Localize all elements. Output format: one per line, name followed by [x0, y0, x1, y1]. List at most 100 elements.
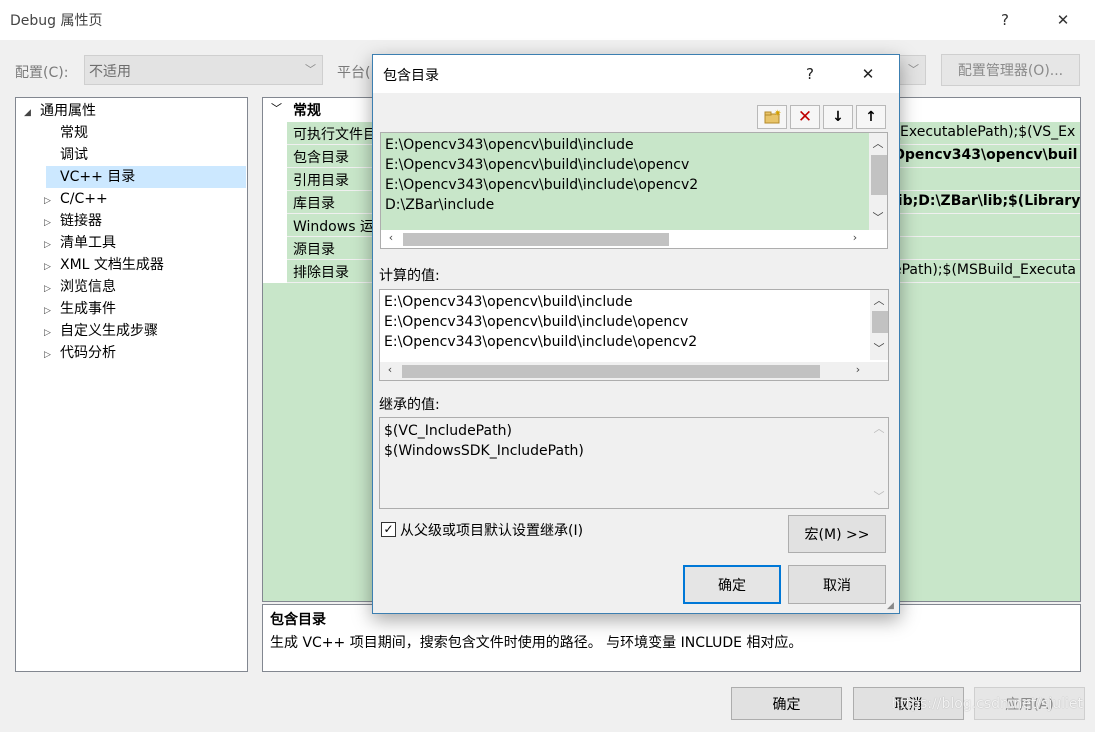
tree-item-label: VC++ 目录 — [60, 169, 136, 185]
entry-line[interactable]: E:\Opencv343\opencv\build\include\opencv… — [385, 175, 698, 195]
dialog-help-button[interactable]: ? — [787, 55, 833, 93]
tree-item-label: 清单工具 — [60, 235, 116, 251]
scroll-up-icon[interactable]: ︿ — [870, 135, 886, 151]
expanded-arrow-icon: ◢ — [24, 108, 31, 118]
scroll-thumb[interactable] — [871, 155, 887, 195]
scroll-left-icon[interactable]: ‹ — [382, 363, 398, 376]
tree-item-xml-doc[interactable]: ▷ XML 文档生成器 — [44, 254, 164, 276]
vertical-scrollbar[interactable]: ︿ ﹀ — [869, 133, 887, 230]
help-icon: ? — [1001, 11, 1009, 29]
scroll-down-icon: ﹀ — [873, 490, 885, 503]
inherited-line: $(VC_IncludePath) — [384, 423, 512, 439]
help-button[interactable]: ? — [985, 0, 1025, 40]
tree-item-build-events[interactable]: ▷ 生成事件 — [44, 298, 116, 320]
inherit-checkbox[interactable]: ✓ — [381, 522, 396, 537]
grid-row-name: 库目录 — [293, 196, 335, 212]
window-titlebar — [0, 0, 1095, 40]
entry-line[interactable]: D:\ZBar\include — [385, 195, 494, 215]
move-down-icon: ↓ — [832, 109, 844, 125]
window-title: Debug 属性页 — [10, 13, 103, 29]
tree-root[interactable]: ◢ 通用属性 — [24, 100, 96, 122]
evaluated-line: E:\Opencv343\opencv\build\include\opencv… — [384, 334, 698, 350]
window-close-button[interactable]: ✕ — [1043, 0, 1083, 40]
config-label: 配置(C): — [15, 65, 69, 81]
scroll-left-icon[interactable]: ‹ — [383, 231, 399, 244]
grid-row-name: Windows 运 — [293, 219, 374, 235]
vertical-scrollbar[interactable]: ︿ ﹀ — [870, 290, 888, 360]
grid-row-name: 可执行文件目 — [293, 127, 377, 143]
scroll-up-icon: ︿ — [873, 422, 885, 435]
new-line-button[interactable]: ✷ — [757, 105, 787, 129]
tree-item-label: 代码分析 — [60, 345, 116, 361]
scroll-down-icon[interactable]: ﹀ — [870, 209, 886, 225]
tree-item-label: 常规 — [60, 125, 88, 141]
collapsed-arrow-icon: ▷ — [44, 306, 51, 316]
evaluated-line: E:\Opencv343\opencv\build\include — [384, 294, 633, 310]
move-down-button[interactable]: ↓ — [823, 105, 853, 129]
inherited-label: 继承的值: — [379, 397, 440, 413]
scroll-thumb[interactable] — [872, 311, 888, 333]
evaluated-list[interactable]: E:\Opencv343\opencv\build\include E:\Ope… — [379, 289, 889, 381]
tree-item-general[interactable]: 常规 — [60, 122, 88, 144]
tree-item-vc-directories[interactable]: VC++ 目录 — [46, 166, 246, 188]
dialog-close-button[interactable]: ✕ — [845, 55, 891, 93]
macros-button[interactable]: 宏(M) >> — [788, 515, 886, 553]
evaluated-label: 计算的值: — [379, 268, 440, 284]
move-up-button[interactable]: ↑ — [856, 105, 886, 129]
property-tree[interactable]: ◢ 通用属性 常规 调试 VC++ 目录 ▷ C/C++ ▷ 链接器 ▷ 清单工具 ▷ X… — [15, 97, 248, 672]
scroll-thumb[interactable] — [403, 233, 669, 246]
config-combo[interactable]: 不适用 ﹀ — [84, 55, 323, 85]
ok-button[interactable]: 确定 — [731, 687, 842, 720]
tree-item-label: C/C++ — [60, 191, 108, 207]
new-line-icon: ✷ — [764, 109, 781, 124]
entry-line[interactable]: E:\Opencv343\opencv\build\include — [385, 135, 634, 155]
dialog-cancel-button[interactable]: 取消 — [788, 565, 886, 604]
chevron-down-icon: ﹀ — [271, 102, 282, 115]
collapsed-arrow-icon: ▷ — [44, 328, 51, 338]
resize-grip-icon[interactable]: ◢ — [887, 601, 897, 611]
tree-item-label: 链接器 — [60, 213, 102, 229]
tree-item-manifest[interactable]: ▷ 清单工具 — [44, 232, 116, 254]
svg-text:✷: ✷ — [774, 109, 781, 119]
config-manager-button[interactable]: 配置管理器(O)... — [941, 54, 1080, 86]
scroll-right-icon[interactable]: › — [850, 363, 866, 376]
grid-row-name: 源目录 — [293, 242, 335, 258]
description-title: 包含目录 — [270, 612, 326, 628]
tree-item-browse[interactable]: ▷ 浏览信息 — [44, 276, 116, 298]
inherit-checkbox-label[interactable]: 从父级或项目默认设置继承(I) — [400, 520, 583, 540]
collapsed-arrow-icon: ▷ — [44, 262, 51, 272]
collapsed-arrow-icon: ▷ — [44, 240, 51, 250]
scroll-right-icon[interactable]: › — [847, 231, 863, 244]
evaluated-line: E:\Opencv343\opencv\build\include\opencv — [384, 314, 689, 330]
tree-item-label: 生成事件 — [60, 301, 116, 317]
grid-row-name: 排除目录 — [293, 265, 349, 281]
tree-item-label: 自定义生成步骤 — [60, 323, 158, 339]
dialog-ok-button[interactable]: 确定 — [683, 565, 781, 604]
horizontal-scrollbar[interactable]: ‹ › — [381, 230, 887, 248]
include-directories-dialog: 包含目录 ? ✕ ✷ ✕ ↓ ↑ E:\Opencv343\opencv\bui… — [372, 54, 900, 614]
tree-item-debug[interactable]: 调试 — [60, 144, 88, 166]
vertical-scrollbar: ︿ ﹀ — [870, 418, 888, 508]
tree-root-label: 通用属性 — [40, 103, 96, 119]
tree-item-cpp[interactable]: ▷ C/C++ — [44, 188, 108, 210]
tree-item-custom-build[interactable]: ▷ 自定义生成步骤 — [44, 320, 158, 342]
entry-line[interactable]: E:\Opencv343\opencv\build\include\opencv — [385, 155, 689, 175]
horizontal-scrollbar[interactable]: ‹ › — [380, 362, 888, 380]
delete-line-button[interactable]: ✕ — [790, 105, 820, 129]
scroll-thumb[interactable] — [402, 365, 820, 378]
scroll-down-icon[interactable]: ﹀ — [871, 340, 887, 356]
platform-combo[interactable]: ﹀ — [898, 55, 926, 85]
collapsed-arrow-icon: ▷ — [44, 350, 51, 360]
tree-item-linker[interactable]: ▷ 链接器 — [44, 210, 102, 232]
tree-item-label: 浏览信息 — [60, 279, 116, 295]
close-icon: ✕ — [861, 65, 875, 83]
inherited-list[interactable]: $(VC_IncludePath) $(WindowsSDK_IncludePa… — [379, 417, 889, 509]
tree-item-code-analysis[interactable]: ▷ 代码分析 — [44, 342, 116, 364]
close-icon: ✕ — [1056, 11, 1070, 29]
scroll-up-icon[interactable]: ︿ — [871, 292, 887, 308]
grid-row-value: Opencv343\opencv\buil — [893, 147, 1078, 163]
grid-category-label: 常规 — [293, 103, 321, 119]
entries-list[interactable]: E:\Opencv343\opencv\build\include E:\Ope… — [380, 132, 888, 249]
chevron-down-icon: ﹀ — [305, 63, 316, 76]
description-panel: 包含目录 生成 VC++ 项目期间，搜索包含文件时使用的路径。 与环境变量 IN… — [262, 604, 1081, 672]
